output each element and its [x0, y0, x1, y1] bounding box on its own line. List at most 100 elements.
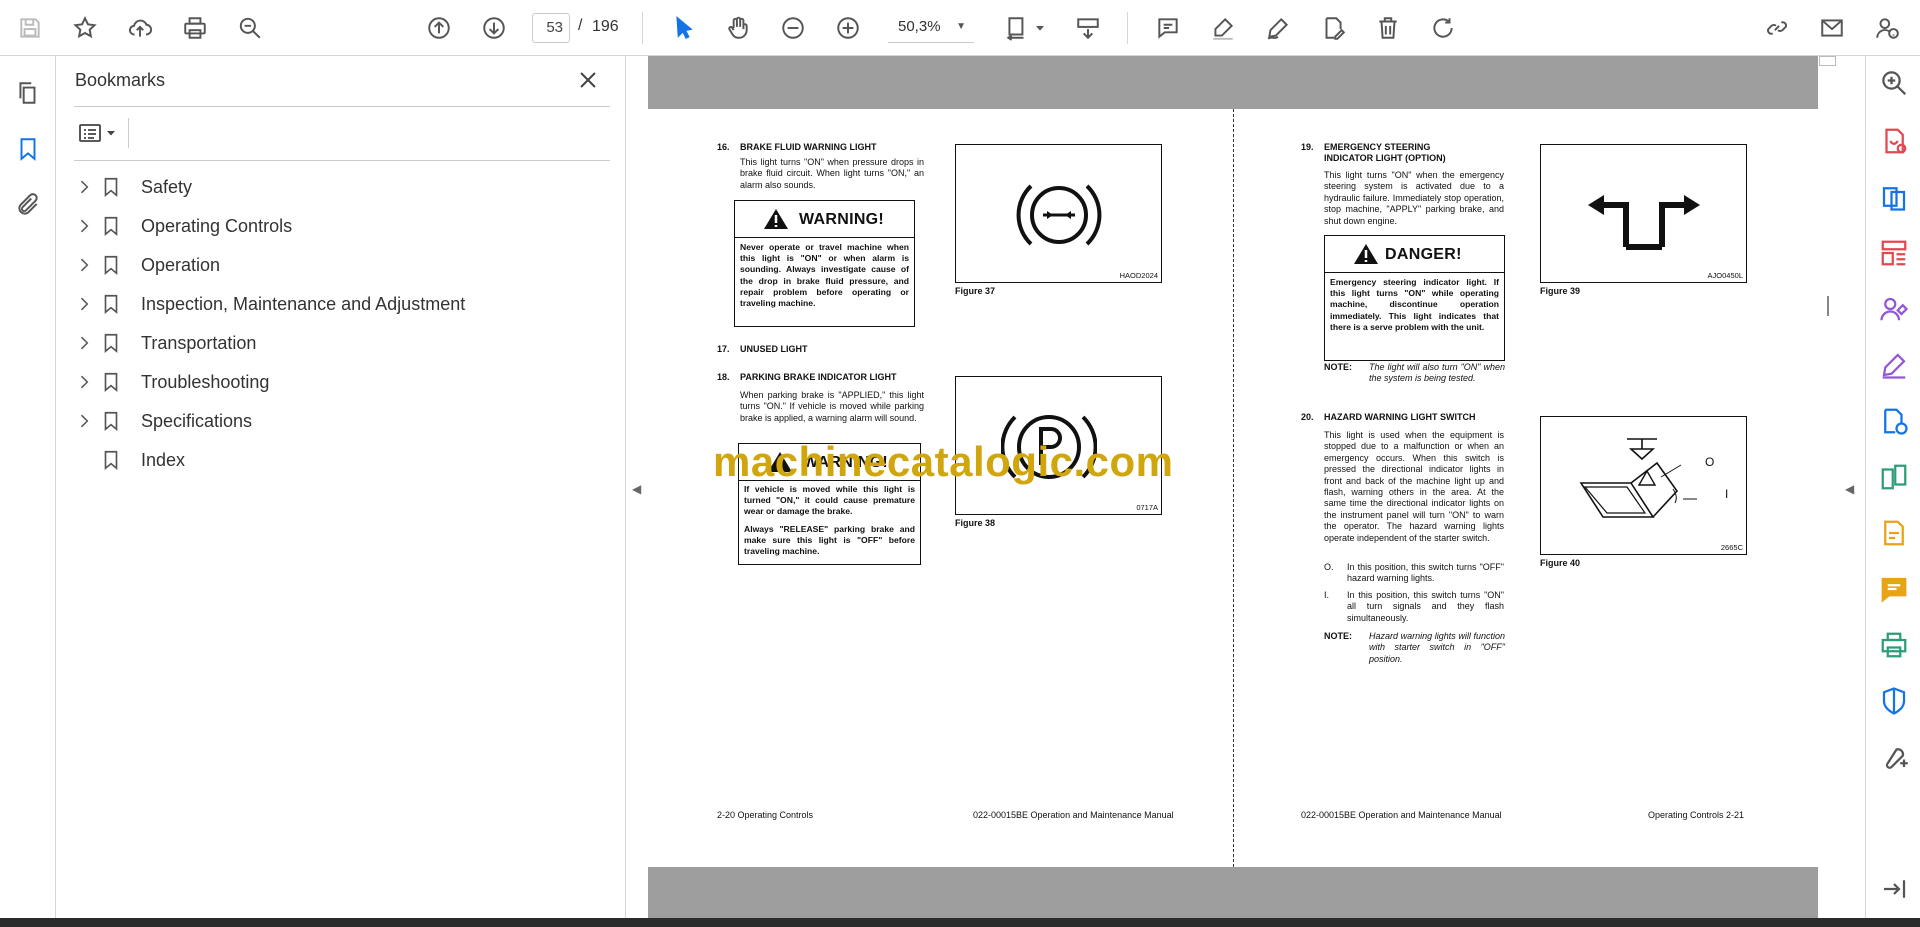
- protect-shield-icon[interactable]: [1879, 686, 1909, 716]
- figure-37-code: HAOD2024: [1119, 271, 1158, 280]
- send-for-review-icon[interactable]: [1879, 406, 1909, 436]
- left-navigation-rail: [0, 56, 56, 918]
- s16-heading: BRAKE FLUID WARNING LIGHT: [740, 142, 877, 152]
- vertical-scrollbar[interactable]: [1818, 56, 1840, 918]
- account-help-icon[interactable]: [1869, 10, 1905, 46]
- hazard-switch-icon: [1579, 438, 1697, 518]
- edit-document-icon[interactable]: [1315, 10, 1351, 46]
- brake-fluid-warning-icon: [1016, 184, 1102, 246]
- bookmark-icon: [100, 292, 122, 316]
- bookmark-icon: [100, 370, 122, 394]
- chevron-right-icon[interactable]: [74, 177, 94, 197]
- trash-icon[interactable]: [1370, 10, 1406, 46]
- figure-37: HAOD2024: [955, 144, 1162, 283]
- warning-2-body-2: Always "RELEASE" parking brake and make …: [744, 524, 915, 557]
- page-total: 196: [592, 18, 619, 35]
- cloud-upload-icon[interactable]: [122, 10, 158, 46]
- scan-ocr-icon[interactable]: [1879, 518, 1909, 548]
- mail-icon[interactable]: [1814, 10, 1850, 46]
- print-icon[interactable]: [177, 10, 213, 46]
- bookmark-label: Inspection, Maintenance and Adjustment: [141, 293, 466, 314]
- fit-page-icon[interactable]: [999, 10, 1035, 46]
- fit-page-dropdown-icon[interactable]: [1032, 10, 1048, 46]
- bookmark-item[interactable]: Operation: [74, 247, 614, 283]
- note-1-label: NOTE:: [1324, 362, 1352, 372]
- warning-box-1: WARNING! Never operate or travel machine…: [734, 200, 915, 327]
- collapse-left-panel-icon[interactable]: ◀: [632, 482, 641, 496]
- bookmark-item[interactable]: Transportation: [74, 325, 614, 361]
- bookmark-item[interactable]: Inspection, Maintenance and Adjustment: [74, 286, 614, 322]
- chevron-right-icon[interactable]: [74, 294, 94, 314]
- scroll-mode-icon[interactable]: [1070, 10, 1106, 46]
- page-gap-top: [648, 56, 1818, 109]
- share-link-icon[interactable]: [1759, 10, 1795, 46]
- s20-body: This light is used when the equipment is…: [1324, 430, 1504, 543]
- option-i-label: I.: [1324, 590, 1330, 600]
- comment-icon[interactable]: [1150, 10, 1186, 46]
- request-signature-icon[interactable]: [1879, 294, 1909, 324]
- zoom-search-icon[interactable]: [1879, 68, 1909, 98]
- bookmark-panel-icon[interactable]: [11, 132, 45, 166]
- next-page-icon[interactable]: [476, 10, 512, 46]
- compare-files-icon[interactable]: [1879, 462, 1909, 492]
- page-divider: [1233, 109, 1234, 867]
- fill-sign-icon[interactable]: [1879, 350, 1909, 380]
- collapse-tools-icon[interactable]: [1879, 874, 1909, 904]
- list-options-icon: [79, 124, 101, 142]
- bookmark-icon: [100, 214, 122, 238]
- zoom-out-icon[interactable]: [775, 10, 811, 46]
- bookmark-item[interactable]: Index: [74, 442, 614, 478]
- chevron-right-icon[interactable]: [74, 216, 94, 236]
- danger-body: Emergency steering indicator light. If t…: [1330, 277, 1499, 332]
- bookmark-item[interactable]: Operating Controls: [74, 208, 614, 244]
- bookmarks-title: Bookmarks: [75, 70, 166, 90]
- figure-40-label-i: I: [1725, 487, 1729, 501]
- redo-icon[interactable]: [1425, 10, 1461, 46]
- document-page-spread: 16. BRAKE FLUID WARNING LIGHT This light…: [648, 109, 1818, 867]
- s17-heading: UNUSED LIGHT: [740, 344, 808, 354]
- comment-tool-icon[interactable]: [1879, 574, 1909, 604]
- select-cursor-icon[interactable]: [666, 10, 702, 46]
- s19-number: 19.: [1301, 142, 1314, 152]
- bookmark-options-button[interactable]: [74, 118, 122, 148]
- chevron-right-icon[interactable]: [74, 411, 94, 431]
- bookmark-item[interactable]: Safety: [74, 169, 614, 205]
- chevron-right-icon[interactable]: [74, 255, 94, 275]
- create-pdf-icon[interactable]: [1879, 182, 1909, 212]
- bookmark-icon: [100, 409, 122, 433]
- previous-page-icon[interactable]: [421, 10, 457, 46]
- right-footer-manual: 022-00015BE Operation and Maintenance Ma…: [1301, 810, 1502, 820]
- highlight-icon[interactable]: [1205, 10, 1241, 46]
- chevron-right-icon[interactable]: [74, 333, 94, 353]
- zoom-search-icon[interactable]: [232, 10, 268, 46]
- s20-heading: HAZARD WARNING LIGHT SWITCH: [1324, 412, 1476, 422]
- page-number-input[interactable]: 53: [532, 13, 570, 43]
- bookmark-item[interactable]: Troubleshooting: [74, 364, 614, 400]
- figure-40-caption: Figure 40: [1540, 558, 1581, 568]
- scrollbar-thumb[interactable]: [1819, 56, 1836, 66]
- bookmark-item[interactable]: Specifications: [74, 403, 614, 439]
- bookmark-label: Operating Controls: [141, 215, 293, 236]
- figure-40-label-o: O: [1705, 455, 1715, 469]
- figure-39: AJO0450L: [1540, 144, 1747, 283]
- print-production-icon[interactable]: [1879, 630, 1909, 660]
- organize-pages-icon[interactable]: [1879, 238, 1909, 268]
- zoom-in-icon[interactable]: [830, 10, 866, 46]
- star-icon[interactable]: [67, 10, 103, 46]
- close-icon[interactable]: [576, 68, 600, 92]
- more-tools-icon[interactable]: [1879, 742, 1909, 772]
- s18-number: 18.: [717, 372, 730, 382]
- save-icon[interactable]: [12, 10, 48, 46]
- page-thumbnails-icon[interactable]: [11, 76, 45, 110]
- export-pdf-icon[interactable]: [1879, 126, 1909, 156]
- zoom-level-select[interactable]: 50,3% ▼: [888, 13, 974, 43]
- chevron-right-icon[interactable]: [74, 372, 94, 392]
- note-1-body: The light will also turn "ON" when the s…: [1369, 362, 1505, 384]
- draw-pen-icon[interactable]: [1260, 10, 1296, 46]
- collapse-right-panel-icon[interactable]: ◀: [1845, 482, 1854, 496]
- hand-tool-icon[interactable]: [720, 10, 756, 46]
- attachment-icon[interactable]: [11, 188, 45, 222]
- danger-box: DANGER! Emergency steering indicator lig…: [1324, 235, 1505, 361]
- s16-number: 16.: [717, 142, 730, 152]
- figure-38-caption: Figure 38: [955, 518, 996, 528]
